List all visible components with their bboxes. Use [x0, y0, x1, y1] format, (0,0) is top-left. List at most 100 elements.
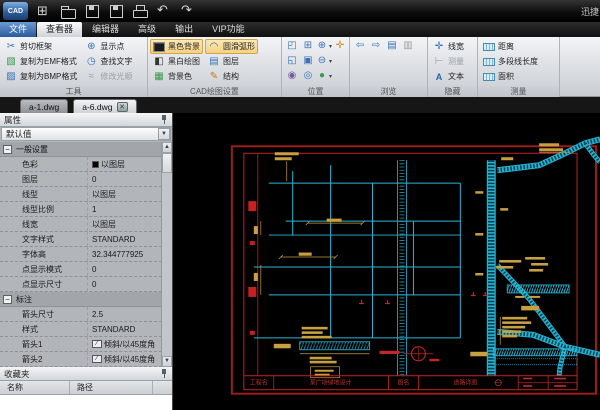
crop-button[interactable]: 剪切框架 — [2, 39, 80, 54]
property-value-text: STANDARD — [92, 325, 135, 334]
menu-tab-editor[interactable]: 编辑器 — [83, 22, 128, 37]
redo-icon[interactable] — [180, 3, 196, 19]
copy-emf-button[interactable]: 复制为EMF格式 — [2, 54, 80, 69]
property-key: 字体高 — [0, 247, 88, 261]
property-row[interactable]: 箭头1∕倾斜/以45度角 — [0, 337, 162, 352]
smooth-icon — [85, 71, 97, 83]
page2-button[interactable] — [400, 39, 416, 53]
zoomwin-button[interactable] — [300, 39, 316, 53]
preset-value: 默认值 — [6, 128, 32, 140]
property-value[interactable]: STANDARD — [88, 235, 162, 244]
layers-button[interactable]: 图层 — [205, 54, 258, 69]
bw-button[interactable]: 黑白绘图 — [150, 54, 203, 69]
property-row[interactable]: 箭头尺寸2.5 — [0, 307, 162, 322]
prev-button[interactable] — [352, 39, 368, 53]
next-button[interactable] — [368, 39, 384, 53]
property-value[interactable]: STANDARD — [88, 325, 162, 334]
property-value[interactable]: ∕倾斜/以45度角 — [88, 354, 162, 365]
properties-scrollbar[interactable]: ▲ ▼ — [161, 142, 172, 367]
properties-header: 属性 — [0, 113, 172, 127]
favorites-col-path[interactable]: 路径 — [70, 381, 153, 394]
print-icon[interactable] — [132, 3, 148, 19]
menu-tab-advanced[interactable]: 高级 — [129, 22, 165, 37]
text-button[interactable]: 文本 — [430, 69, 467, 84]
doc-tab-a-6[interactable]: a-6.dwg✕ — [73, 99, 136, 113]
copywin-button[interactable] — [284, 54, 300, 68]
prev-icon — [354, 40, 366, 52]
area-button[interactable]: 面积 — [480, 69, 541, 84]
menu-tab-viewer[interactable]: 查看器 — [37, 22, 82, 37]
undo-icon[interactable] — [156, 3, 172, 19]
property-value[interactable]: 0 — [88, 175, 162, 184]
open-icon[interactable] — [60, 3, 76, 19]
property-value-text: 以图层 — [101, 159, 125, 170]
save-as-icon[interactable] — [108, 3, 124, 19]
collapse-icon[interactable]: − — [3, 145, 12, 154]
scroll-up-icon[interactable]: ▲ — [162, 142, 172, 153]
scroll-down-icon[interactable]: ▼ — [162, 356, 172, 367]
property-value[interactable]: 0 — [88, 280, 162, 289]
pin-icon[interactable] — [160, 368, 168, 379]
findview-button[interactable] — [300, 69, 316, 83]
property-row[interactable]: 线宽以图层 — [0, 217, 162, 232]
blackbg-icon — [153, 42, 165, 52]
lw-button[interactable]: 线宽 — [430, 39, 467, 54]
blackbg-button[interactable]: 黑色背景 — [150, 39, 203, 54]
bgcolor-button[interactable]: 背景色 — [150, 69, 203, 84]
plen-button[interactable]: 多段线长度 — [480, 54, 541, 69]
property-value[interactable]: 0 — [88, 265, 162, 274]
property-value[interactable]: 以图层 — [88, 219, 162, 230]
preset-dropdown[interactable]: 默认值 ▼ — [1, 127, 171, 141]
pin-icon[interactable] — [160, 114, 168, 125]
property-value[interactable]: 2.5 — [88, 310, 162, 319]
extents-button[interactable] — [300, 54, 316, 68]
arc-button[interactable]: 圆滑弧形 — [205, 39, 258, 54]
property-value[interactable]: 以图层 — [88, 189, 162, 200]
menu-tab-output[interactable]: 输出 — [166, 22, 202, 37]
favorites-col-name[interactable]: 名称 — [0, 381, 70, 394]
property-row[interactable]: 线型以图层 — [0, 187, 162, 202]
property-row[interactable]: 字体高32.344777925 — [0, 247, 162, 262]
menu-tab-file[interactable]: 文件 — [0, 22, 36, 37]
page-button[interactable] — [384, 39, 400, 53]
property-value[interactable]: 32.344777925 — [88, 250, 162, 259]
favorites-list[interactable] — [0, 395, 172, 410]
point-button[interactable]: 显示点 — [82, 39, 135, 54]
win-button[interactable] — [284, 39, 300, 53]
struct-button[interactable]: 结构 — [205, 69, 258, 84]
property-row[interactable]: 箭头2∕倾斜/以45度角 — [0, 352, 162, 367]
property-value[interactable]: ∕倾斜/以45度角 — [88, 339, 162, 350]
property-row[interactable]: 图层0 — [0, 172, 162, 187]
cad-drawing: 工程名 某广场绿地设计 图名 道路详图 — [174, 113, 600, 410]
property-row[interactable]: 线型比例1 — [0, 202, 162, 217]
findtext-button[interactable]: 查找文字 — [82, 54, 135, 69]
save-icon[interactable] — [84, 3, 100, 19]
property-row[interactable]: 文字样式STANDARD — [0, 232, 162, 247]
collapse-icon[interactable]: − — [3, 295, 12, 304]
new-icon[interactable] — [36, 3, 52, 19]
property-row[interactable]: 色彩以图层 — [0, 157, 162, 172]
app-logo-icon[interactable]: CAD — [3, 2, 28, 20]
property-value[interactable]: 1 — [88, 205, 162, 214]
doc-tab-a-1[interactable]: a-1.dwg — [20, 99, 68, 113]
eye-button[interactable] — [284, 69, 300, 83]
title-block: 工程名 某广场绿地设计 图名 道路详图 — [244, 376, 577, 390]
property-row[interactable]: 点显示尺寸0 — [0, 277, 162, 292]
world-button[interactable]: ▾ — [316, 69, 332, 83]
chevron-down-icon[interactable]: ▾ — [329, 58, 332, 65]
cad-drawing-canvas[interactable]: 工程名 某广场绿地设计 图名 道路详图 — [174, 113, 600, 410]
chevron-down-icon[interactable]: ▾ — [329, 73, 332, 80]
zoomout-button[interactable]: ▾ — [316, 54, 332, 68]
close-icon[interactable]: ✕ — [117, 102, 128, 112]
property-key: 箭头1 — [0, 337, 88, 351]
dist-button[interactable]: 距离 — [480, 39, 541, 54]
pan-button[interactable] — [332, 39, 348, 53]
copy-bmp-button[interactable]: 复制为BMP格式 — [2, 69, 80, 84]
chevron-down-icon[interactable]: ▼ — [158, 128, 170, 140]
property-row[interactable]: 样式STANDARD — [0, 322, 162, 337]
zoomin-button[interactable]: ▾ — [316, 39, 332, 53]
menu-tab-vip[interactable]: VIP功能 — [203, 22, 254, 37]
scroll-thumb[interactable] — [162, 153, 172, 173]
property-value[interactable]: 以图层 — [88, 159, 162, 170]
property-row[interactable]: 点显示模式0 — [0, 262, 162, 277]
